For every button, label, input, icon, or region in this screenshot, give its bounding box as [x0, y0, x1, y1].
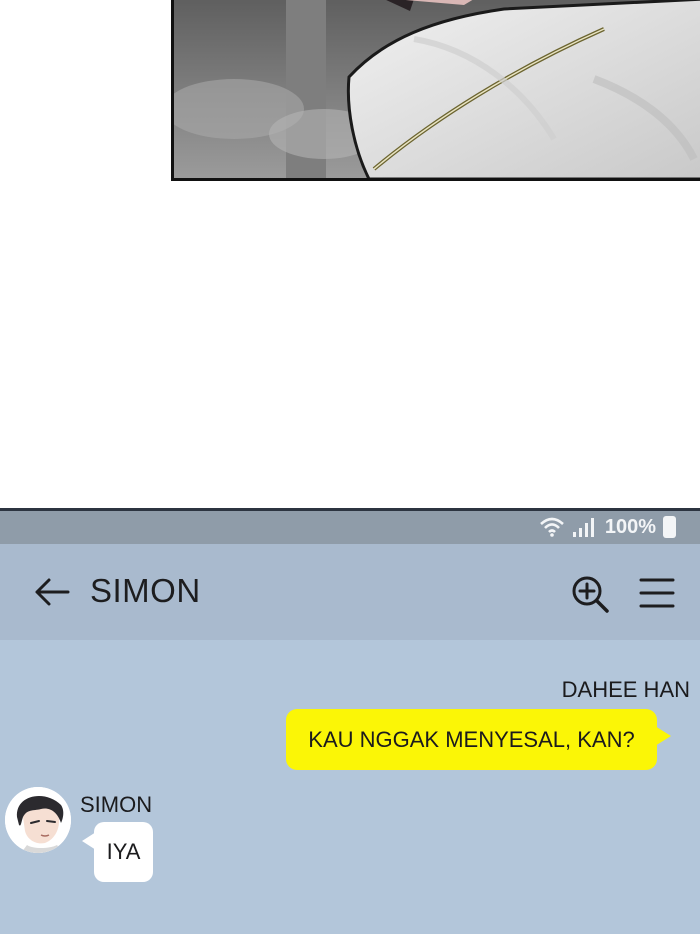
arrow-left-icon[interactable]: [34, 577, 70, 607]
chat-screen: 100% SIMON DAHEE HAN KAU NGGAK MENYESAL,…: [0, 508, 700, 934]
message-sender-name: DAHEE HAN: [561, 677, 690, 702]
zoom-in-icon[interactable]: [570, 574, 610, 614]
signal-bars-icon: [572, 518, 594, 537]
wifi-icon: [539, 517, 564, 537]
outgoing-message-bubble[interactable]: KAU NGGAK MENYESAL, KAN?: [286, 709, 657, 770]
message-sender-name: SIMON: [80, 792, 153, 817]
status-icons: 100%: [539, 514, 676, 540]
battery-icon: [663, 516, 676, 538]
chat-title: SIMON: [90, 572, 201, 609]
hamburger-menu-icon[interactable]: [638, 576, 676, 610]
message-list: DAHEE HAN KAU NGGAK MENYESAL, KAN? SIMON…: [0, 640, 700, 934]
battery-percentage: 100%: [604, 515, 656, 538]
comic-panel-illustration: [171, 0, 700, 181]
incoming-message-bubble[interactable]: IYA: [94, 822, 153, 882]
chat-header: SIMON: [0, 544, 700, 640]
avatar[interactable]: [5, 787, 71, 853]
comic-page: 100% SIMON DAHEE HAN KAU NGGAK MENYESAL,…: [0, 0, 700, 934]
outgoing-bubble-tail: [655, 726, 671, 746]
status-bar: 100%: [0, 511, 700, 544]
